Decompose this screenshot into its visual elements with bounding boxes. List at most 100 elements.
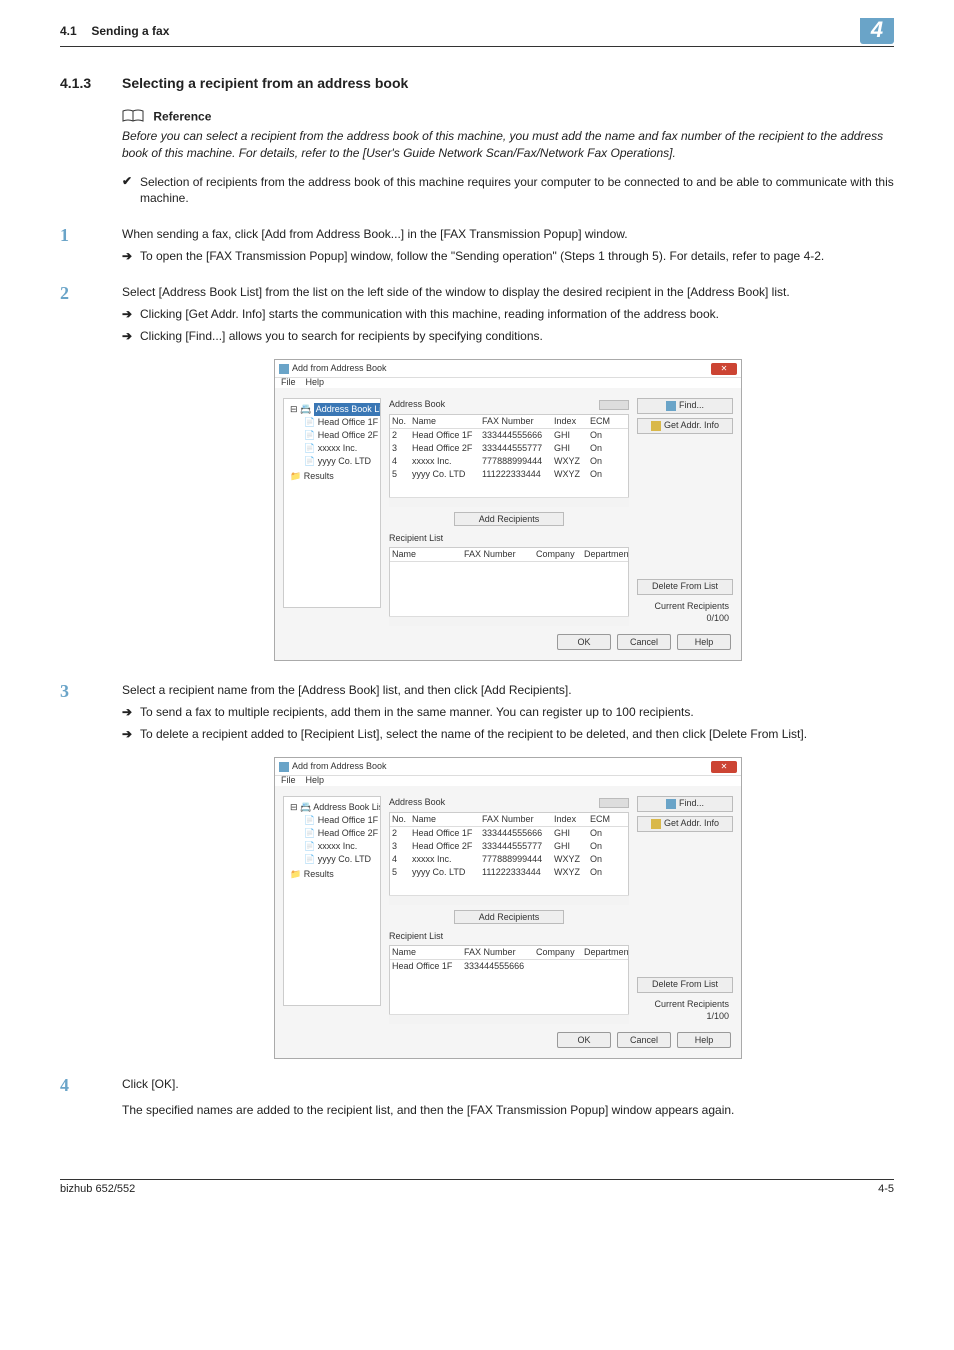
tree-root[interactable]: Address Book List bbox=[313, 802, 381, 812]
add-recipients-button[interactable]: Add Recipients bbox=[454, 910, 564, 924]
col-fax: FAX Number bbox=[482, 415, 554, 428]
addrbook-icon bbox=[651, 819, 661, 829]
col-no: No. bbox=[392, 415, 412, 428]
cancel-button[interactable]: Cancel bbox=[617, 634, 671, 650]
footer-page: 4-5 bbox=[878, 1183, 894, 1195]
ok-button[interactable]: OK bbox=[557, 1032, 611, 1048]
help-button[interactable]: Help bbox=[677, 1032, 731, 1048]
addr-row[interactable]: 2Head Office 1F333444555666GHIOn bbox=[390, 429, 628, 442]
dialog-title: Add from Address Book bbox=[292, 362, 387, 376]
recipient-list[interactable]: Name FAX Number Company Departmen Head O… bbox=[389, 945, 629, 1015]
step-num-1: 1 bbox=[60, 225, 122, 265]
add-from-address-book-dialog: Add from Address Book ✕ File Help ⊟ 📇 Ad… bbox=[274, 757, 742, 1059]
step-num-3: 3 bbox=[60, 681, 122, 1061]
step-2-text: Select [Address Book List] from the list… bbox=[122, 283, 894, 301]
col-index: Index bbox=[554, 415, 590, 428]
window-icon bbox=[279, 364, 289, 374]
tree-root[interactable]: Address Book List bbox=[314, 403, 381, 416]
window-icon bbox=[279, 762, 289, 772]
page-footer: bizhub 652/552 4-5 bbox=[60, 1179, 894, 1195]
addr-row[interactable]: 2Head Office 1F333444555666GHIOn bbox=[390, 827, 628, 840]
close-button[interactable]: ✕ bbox=[711, 363, 737, 375]
reference-text: Before you can select a recipient from t… bbox=[122, 128, 894, 162]
rcol-fax: FAX Number bbox=[464, 548, 536, 561]
col-ecm: ECM bbox=[590, 415, 614, 428]
add-recipients-button[interactable]: Add Recipients bbox=[454, 512, 564, 526]
book-icon bbox=[122, 109, 144, 126]
rcol-company: Company bbox=[536, 548, 584, 561]
step-1-text: When sending a fax, click [Add from Addr… bbox=[122, 225, 894, 243]
col-name: Name bbox=[412, 415, 482, 428]
subsection-num: 4.1.3 bbox=[60, 75, 122, 91]
step-2-sub1: Clicking [Get Addr. Info] starts the com… bbox=[140, 305, 894, 323]
cancel-button[interactable]: Cancel bbox=[617, 1032, 671, 1048]
help-button[interactable]: Help bbox=[677, 634, 731, 650]
recipient-count: 1/100 bbox=[641, 1011, 729, 1023]
tree-panel[interactable]: ⊟ 📇 Address Book List 📄 Head Office 1F 📄… bbox=[283, 796, 381, 1006]
address-book-label: Address Book bbox=[389, 796, 445, 810]
scrollbar[interactable] bbox=[389, 1014, 629, 1024]
scrollbar[interactable] bbox=[389, 497, 629, 507]
recipient-row[interactable]: Head Office 1F 333444555666 bbox=[390, 960, 628, 973]
tree-item[interactable]: xxxxx Inc. bbox=[318, 841, 358, 851]
scrollbar[interactable] bbox=[389, 616, 629, 626]
search-icon bbox=[666, 799, 676, 809]
tree-item[interactable]: Head Office 1F bbox=[318, 815, 378, 825]
tree-item[interactable]: Head Office 2F bbox=[318, 828, 378, 838]
tree-item[interactable]: xxxxx Inc. bbox=[318, 443, 358, 453]
current-recipients-label: Current Recipients bbox=[641, 999, 729, 1011]
addr-row[interactable]: 4xxxxx Inc.777888999444WXYZOn bbox=[390, 455, 628, 468]
recipient-list-label: Recipient List bbox=[389, 930, 443, 944]
recipient-count: 0/100 bbox=[641, 613, 729, 625]
add-from-address-book-dialog: Add from Address Book ✕ File Help ⊟ 📇 Ad… bbox=[274, 359, 742, 661]
ok-button[interactable]: OK bbox=[557, 634, 611, 650]
current-recipients-label: Current Recipients bbox=[641, 601, 729, 613]
prereq-note: ✔ Selection of recipients from the addre… bbox=[122, 174, 894, 208]
menu-help[interactable]: Help bbox=[306, 774, 325, 788]
menu-help[interactable]: Help bbox=[306, 376, 325, 390]
menu-file[interactable]: File bbox=[281, 774, 296, 788]
tree-results[interactable]: Results bbox=[304, 869, 334, 879]
rcol-dept: Departmen bbox=[584, 548, 626, 561]
tree-panel[interactable]: ⊟ 📇 Address Book List 📄 Head Office 1F 📄… bbox=[283, 398, 381, 608]
addr-row[interactable]: 5yyyy Co. LTD111222333444WXYZOn bbox=[390, 866, 628, 879]
menu-file[interactable]: File bbox=[281, 376, 296, 390]
address-book-list[interactable]: No. Name FAX Number Index ECM 2Head Offi… bbox=[389, 414, 629, 498]
rcol-name: Name bbox=[392, 548, 464, 561]
close-button[interactable]: ✕ bbox=[711, 761, 737, 773]
address-book-list[interactable]: No. Name FAX Number Index ECM 2Head Offi… bbox=[389, 812, 629, 896]
find-button[interactable]: Find... bbox=[637, 398, 733, 414]
arrow-icon: ➔ bbox=[122, 247, 140, 265]
view-mode-icons[interactable] bbox=[599, 400, 629, 410]
delete-from-list-button[interactable]: Delete From List bbox=[637, 579, 733, 595]
get-addr-info-button[interactable]: Get Addr. Info bbox=[637, 418, 733, 434]
reference-block: Reference Before you can select a recipi… bbox=[122, 109, 894, 162]
step-4-tail: The specified names are added to the rec… bbox=[122, 1101, 894, 1119]
subsection-title: Selecting a recipient from an address bo… bbox=[122, 75, 408, 91]
delete-from-list-button[interactable]: Delete From List bbox=[637, 977, 733, 993]
step-num-2: 2 bbox=[60, 283, 122, 663]
step-2: 2 Select [Address Book List] from the li… bbox=[60, 283, 894, 663]
tree-item[interactable]: yyyy Co. LTD bbox=[318, 854, 371, 864]
step-3-text: Select a recipient name from the [Addres… bbox=[122, 681, 894, 699]
get-addr-info-button[interactable]: Get Addr. Info bbox=[637, 816, 733, 832]
header-section-title: Sending a fax bbox=[91, 24, 169, 38]
tree-item[interactable]: Head Office 1F bbox=[318, 417, 378, 427]
recipient-list-label: Recipient List bbox=[389, 532, 443, 546]
step-4-text: Click [OK]. bbox=[122, 1075, 894, 1093]
tree-item[interactable]: yyyy Co. LTD bbox=[318, 456, 371, 466]
tree-results[interactable]: Results bbox=[304, 471, 334, 481]
reference-label: Reference bbox=[153, 110, 211, 124]
view-mode-icons[interactable] bbox=[599, 798, 629, 808]
tree-item[interactable]: Head Office 2F bbox=[318, 430, 378, 440]
page-header: 4.1 Sending a fax 4 bbox=[60, 18, 894, 47]
addr-row[interactable]: 5yyyy Co. LTD111222333444WXYZOn bbox=[390, 468, 628, 481]
scrollbar[interactable] bbox=[389, 895, 629, 905]
chapter-badge: 4 bbox=[860, 18, 894, 44]
step-1: 1 When sending a fax, click [Add from Ad… bbox=[60, 225, 894, 265]
recipient-list[interactable]: Name FAX Number Company Departmen bbox=[389, 547, 629, 617]
find-button[interactable]: Find... bbox=[637, 796, 733, 812]
addr-row[interactable]: 4xxxxx Inc.777888999444WXYZOn bbox=[390, 853, 628, 866]
addr-row[interactable]: 3Head Office 2F333444555777GHIOn bbox=[390, 840, 628, 853]
addr-row[interactable]: 3Head Office 2F333444555777GHIOn bbox=[390, 442, 628, 455]
